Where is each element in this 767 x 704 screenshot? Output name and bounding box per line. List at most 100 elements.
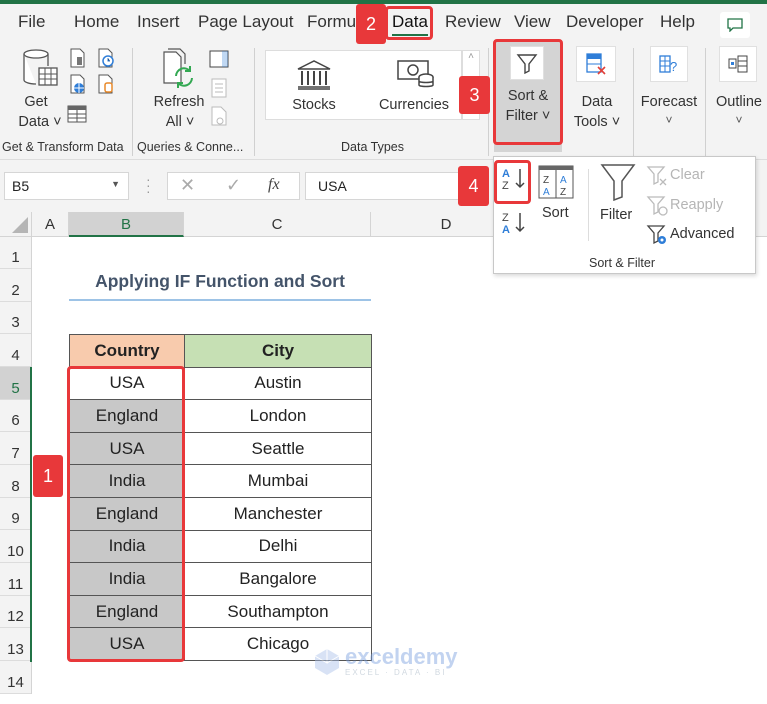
row-header-6[interactable]: 6 xyxy=(0,400,31,432)
data-tools-icon xyxy=(586,53,606,75)
step-badge-2: 2 xyxy=(356,4,386,44)
row-header-9[interactable]: 9 xyxy=(0,498,31,530)
currencies-button[interactable]: Currencies xyxy=(374,57,454,115)
tab-page-layout[interactable]: Page Layout xyxy=(198,12,293,32)
svg-text:A: A xyxy=(543,187,550,198)
cancel-icon[interactable]: ✕ xyxy=(180,175,195,196)
header-country[interactable]: Country xyxy=(69,334,185,368)
existing-connections-icon[interactable] xyxy=(96,74,116,94)
row-header-2[interactable]: 2 xyxy=(0,269,31,302)
column-header-a[interactable]: A xyxy=(32,212,69,237)
filter-label: Filter xyxy=(600,207,633,223)
cell-city[interactable]: London xyxy=(184,399,372,433)
get-data-button[interactable]: Get Data ˅ xyxy=(12,46,62,132)
reapply-label: Reapply xyxy=(670,197,724,213)
database-icon xyxy=(23,49,58,86)
sort-button[interactable]: Z A A Z Sort xyxy=(536,165,576,229)
from-web-icon[interactable] xyxy=(68,74,88,94)
from-text-icon[interactable] xyxy=(68,48,88,68)
filter-funnel-icon xyxy=(600,164,636,201)
tab-view[interactable]: View xyxy=(514,12,551,32)
row-header-14[interactable]: 14 xyxy=(0,661,31,694)
forecast-icon: ? xyxy=(659,55,677,74)
recent-sources-icon[interactable] xyxy=(96,48,116,68)
formula-bar-grip-icon[interactable]: · · · xyxy=(146,172,151,198)
formula-input[interactable]: USA xyxy=(305,172,465,200)
dropdown-separator xyxy=(588,169,589,241)
exceldemy-logo-icon xyxy=(314,648,340,675)
stocks-button[interactable]: Stocks xyxy=(284,57,344,115)
tab-insert[interactable]: Insert xyxy=(137,12,180,32)
data-tools-button[interactable]: Data Tools ˅ xyxy=(570,46,624,132)
insert-function-icon[interactable]: fx xyxy=(268,176,280,194)
sort-filter-group-label: Sort & Filter xyxy=(589,256,655,270)
reapply-button: Reapply xyxy=(646,195,746,217)
cell-city[interactable]: Seattle xyxy=(184,431,372,466)
row-header-4[interactable]: 4 xyxy=(0,334,31,367)
header-city[interactable]: City xyxy=(184,334,372,368)
select-all-button[interactable] xyxy=(0,212,32,237)
forecast-chevron-icon: ˅ xyxy=(665,113,673,127)
tab-developer[interactable]: Developer xyxy=(566,12,644,32)
tab-file[interactable]: File xyxy=(18,12,45,32)
comment-icon xyxy=(727,18,743,32)
refresh-all-button[interactable]: Refresh All ˅ xyxy=(150,46,208,132)
row-header-3[interactable]: 3 xyxy=(0,302,31,334)
row-header-8[interactable]: 8 xyxy=(0,465,31,498)
row-header-7[interactable]: 7 xyxy=(0,432,31,465)
selected-row-indicator xyxy=(30,367,32,662)
queries-connections-icon[interactable] xyxy=(209,50,229,68)
row-header-1[interactable]: 1 xyxy=(0,237,31,269)
cell-city[interactable]: Southampton xyxy=(184,594,372,629)
tab-home[interactable]: Home xyxy=(74,12,119,32)
outline-chevron-icon: ˅ xyxy=(735,113,743,127)
tab-help[interactable]: Help xyxy=(660,12,695,32)
cell-city[interactable]: Delhi xyxy=(184,529,372,564)
name-box-dropdown-icon[interactable]: ▼ xyxy=(111,179,120,189)
cell-city[interactable]: Austin xyxy=(184,366,372,401)
row-header-11[interactable]: 11 xyxy=(0,563,31,596)
advanced-button[interactable]: Advanced xyxy=(646,224,746,246)
comments-button[interactable] xyxy=(720,12,750,38)
advanced-filter-icon xyxy=(646,225,666,245)
ribbon: Get Data ˅ Get & Transform Data Refresh … xyxy=(0,40,767,160)
svg-text:Z: Z xyxy=(560,187,566,198)
column-header-c[interactable]: C xyxy=(184,212,371,237)
filter-button[interactable]: Filter xyxy=(596,163,640,229)
sort-descending-icon: Z A xyxy=(502,212,525,236)
cell-city[interactable]: Bangalore xyxy=(184,562,372,596)
group-data-types-label: Data Types xyxy=(341,140,405,154)
sort-z-to-a-button[interactable]: Z A xyxy=(498,207,530,239)
cell-city[interactable]: Mumbai xyxy=(184,464,372,498)
outline-label: Outline xyxy=(716,94,762,110)
data-tools-label: Data xyxy=(581,94,613,110)
bank-icon xyxy=(297,60,331,90)
outline-button[interactable]: Outline ˅ xyxy=(709,46,767,132)
sort-label: Sort xyxy=(542,205,569,221)
sort-dialog-icon: Z A A Z xyxy=(538,165,574,199)
step-badge-1: 1 xyxy=(33,455,63,497)
highlight-data-tab xyxy=(385,6,433,40)
row-header-5[interactable]: 5 xyxy=(0,367,31,400)
svg-text:A: A xyxy=(560,175,567,186)
tab-formulas[interactable]: Formu xyxy=(307,12,356,32)
row-header-10[interactable]: 10 xyxy=(0,530,31,563)
column-header-b[interactable]: B xyxy=(69,212,184,237)
svg-text:?: ? xyxy=(670,59,677,74)
cell-city[interactable]: Manchester xyxy=(184,496,372,531)
enter-icon[interactable]: ✓ xyxy=(226,175,241,196)
name-box[interactable]: B5 ▼ xyxy=(4,172,129,200)
from-table-icon[interactable] xyxy=(66,104,88,124)
row-header-12[interactable]: 12 xyxy=(0,596,31,628)
currencies-label: Currencies xyxy=(378,97,450,113)
refresh-label: Refresh xyxy=(153,94,205,110)
forecast-button[interactable]: ? Forecast ˅ xyxy=(638,46,700,132)
formula-buttons: ✕ ✓ fx xyxy=(167,172,300,200)
row-header-13[interactable]: 13 xyxy=(0,628,31,661)
watermark: exceldemy EXCEL · DATA · BI xyxy=(312,646,458,677)
tab-review[interactable]: Review xyxy=(445,12,501,32)
data-tools-label-2: Tools ˅ xyxy=(573,114,621,130)
forecast-label: Forecast xyxy=(640,94,698,110)
refresh-icon xyxy=(163,48,193,88)
clear-button: Clear xyxy=(646,165,746,187)
